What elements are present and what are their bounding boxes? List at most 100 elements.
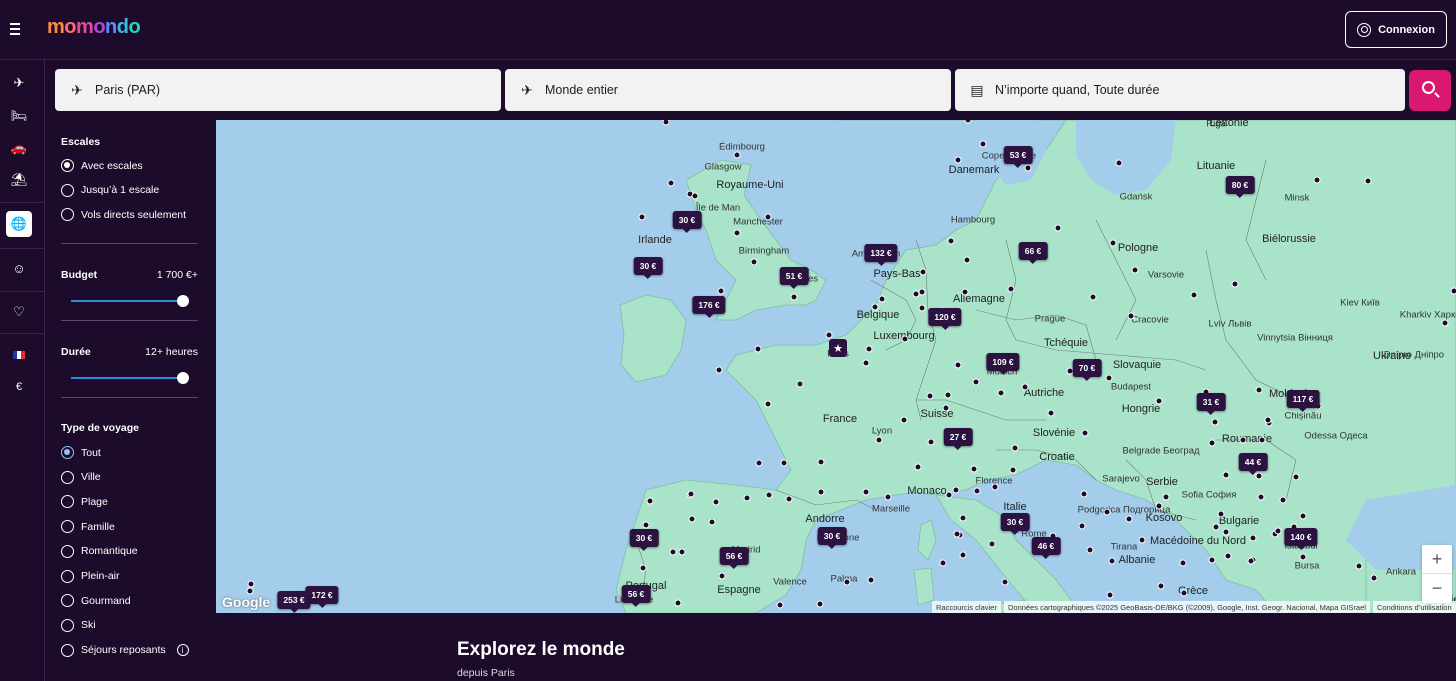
- destination-dot[interactable]: [780, 459, 788, 467]
- destination-dot[interactable]: [817, 458, 825, 466]
- destination-dot[interactable]: [1217, 510, 1225, 518]
- radio-circle[interactable]: [61, 495, 74, 509]
- destination-dot[interactable]: [945, 491, 953, 499]
- radio-circle[interactable]: [61, 159, 74, 172]
- destination-dot[interactable]: [1222, 528, 1230, 536]
- destination-dot[interactable]: [1364, 177, 1372, 185]
- destination-dot[interactable]: [1211, 418, 1219, 426]
- destination-dot[interactable]: [1024, 164, 1032, 172]
- hotels-icon[interactable]: 🛏: [6, 103, 32, 129]
- destination-dot[interactable]: [718, 572, 726, 580]
- stops-option[interactable]: Jusqu’à 1 escale: [61, 183, 159, 197]
- price-tag[interactable]: 30 €: [629, 529, 659, 551]
- price-tag[interactable]: 46 €: [1031, 537, 1061, 559]
- budget-slider-track[interactable]: [71, 300, 183, 302]
- trips-icon[interactable]: ☺: [6, 255, 32, 281]
- destination-dot[interactable]: [708, 518, 716, 526]
- destination-dot[interactable]: [1292, 473, 1300, 481]
- destination-dot[interactable]: [1179, 559, 1187, 567]
- destination-dot[interactable]: [674, 599, 682, 607]
- destination-dot[interactable]: [1007, 285, 1015, 293]
- destination-dot[interactable]: [972, 378, 980, 386]
- destination-dot[interactable]: [646, 497, 654, 505]
- price-tag[interactable]: 31 €: [1196, 393, 1226, 415]
- destination-dot[interactable]: [1258, 436, 1266, 444]
- destination-dot[interactable]: [914, 463, 922, 471]
- trip-type-option[interactable]: Plage: [61, 495, 108, 509]
- destination-dot[interactable]: [642, 521, 650, 529]
- destination-dot[interactable]: [1115, 159, 1123, 167]
- destination-dot[interactable]: [1190, 291, 1198, 299]
- destination-dot[interactable]: [1222, 471, 1230, 479]
- destination-dot[interactable]: [733, 229, 741, 237]
- destination-dot[interactable]: [953, 530, 961, 538]
- destination-dot[interactable]: [959, 551, 967, 559]
- destination-dot[interactable]: [1089, 293, 1097, 301]
- destination-dot[interactable]: [247, 580, 255, 588]
- destination-dot[interactable]: [1355, 562, 1363, 570]
- destination-dot[interactable]: [1131, 266, 1139, 274]
- dates-field[interactable]: ▤ N’importe quand, Toute durée: [955, 69, 1405, 111]
- destination-dot[interactable]: [1081, 429, 1089, 437]
- destination-dot[interactable]: [927, 438, 935, 446]
- info-icon[interactable]: i: [176, 644, 189, 657]
- radio-circle[interactable]: [61, 470, 74, 484]
- hamburger-menu-icon[interactable]: [10, 20, 26, 38]
- destination-dot[interactable]: [952, 486, 960, 494]
- destination-dot[interactable]: [973, 487, 981, 495]
- destination-dot[interactable]: [1370, 574, 1378, 582]
- price-tag[interactable]: 253 €: [277, 591, 311, 613]
- destination-dot[interactable]: [1009, 466, 1017, 474]
- destination-dot[interactable]: [776, 601, 784, 609]
- budget-slider-thumb[interactable]: [177, 295, 189, 307]
- destination-dot[interactable]: [1047, 409, 1055, 417]
- trip-type-option[interactable]: Romantique: [61, 544, 138, 558]
- destination-dot[interactable]: [1208, 556, 1216, 564]
- explore-globe-icon[interactable]: 🌐: [6, 211, 32, 237]
- price-tag[interactable]: 56 €: [719, 547, 749, 569]
- destination-dot[interactable]: [1157, 582, 1165, 590]
- destination-dot[interactable]: [939, 559, 947, 567]
- destination-dot[interactable]: [919, 268, 927, 276]
- destination-dot[interactable]: [963, 256, 971, 264]
- radio-circle[interactable]: [61, 594, 74, 608]
- destination-dot[interactable]: [1212, 523, 1220, 531]
- destination-dot[interactable]: [691, 192, 699, 200]
- destination-dot[interactable]: [918, 304, 926, 312]
- destination-dot[interactable]: [1155, 502, 1163, 510]
- destination-dot[interactable]: [1208, 439, 1216, 447]
- trip-type-option[interactable]: Famille: [61, 520, 115, 534]
- destination-dot[interactable]: [817, 488, 825, 496]
- destination-dot[interactable]: [862, 488, 870, 496]
- destination-dot[interactable]: [1224, 552, 1232, 560]
- destination-dot[interactable]: [979, 140, 987, 148]
- destination-dot[interactable]: [918, 288, 926, 296]
- radio-circle[interactable]: [61, 183, 74, 197]
- destination-dot[interactable]: [988, 540, 996, 548]
- origin-field[interactable]: ✈ Paris (PAR): [55, 69, 501, 111]
- cars-icon[interactable]: 🚗: [6, 135, 32, 161]
- price-tag[interactable]: 117 €: [1286, 390, 1320, 412]
- radio-circle[interactable]: [61, 208, 74, 221]
- price-tag[interactable]: 44 €: [1238, 453, 1268, 475]
- destination-dot[interactable]: [1313, 176, 1321, 184]
- destination-dot[interactable]: [871, 303, 879, 311]
- destination-dot[interactable]: [1109, 239, 1117, 247]
- price-tag[interactable]: 30 €: [672, 211, 702, 233]
- price-tag[interactable]: 66 €: [1018, 242, 1048, 264]
- duration-slider-track[interactable]: [71, 377, 183, 379]
- destination-dot[interactable]: [1247, 557, 1255, 565]
- price-tag[interactable]: 30 €: [633, 257, 663, 279]
- destination-dot[interactable]: [639, 564, 647, 572]
- destination-dot[interactable]: [715, 366, 723, 374]
- destination-dot[interactable]: [900, 416, 908, 424]
- radio-circle[interactable]: [61, 544, 74, 558]
- french-flag-icon[interactable]: [6, 342, 32, 368]
- destination-dot[interactable]: [825, 331, 833, 339]
- destination-dot[interactable]: [1450, 287, 1456, 295]
- destination-dot[interactable]: [1138, 536, 1146, 544]
- price-tag[interactable]: 132 €: [864, 244, 898, 266]
- favorites-heart-icon[interactable]: ♡: [6, 299, 32, 325]
- destination-dot[interactable]: [970, 465, 978, 473]
- destination-dot[interactable]: [688, 515, 696, 523]
